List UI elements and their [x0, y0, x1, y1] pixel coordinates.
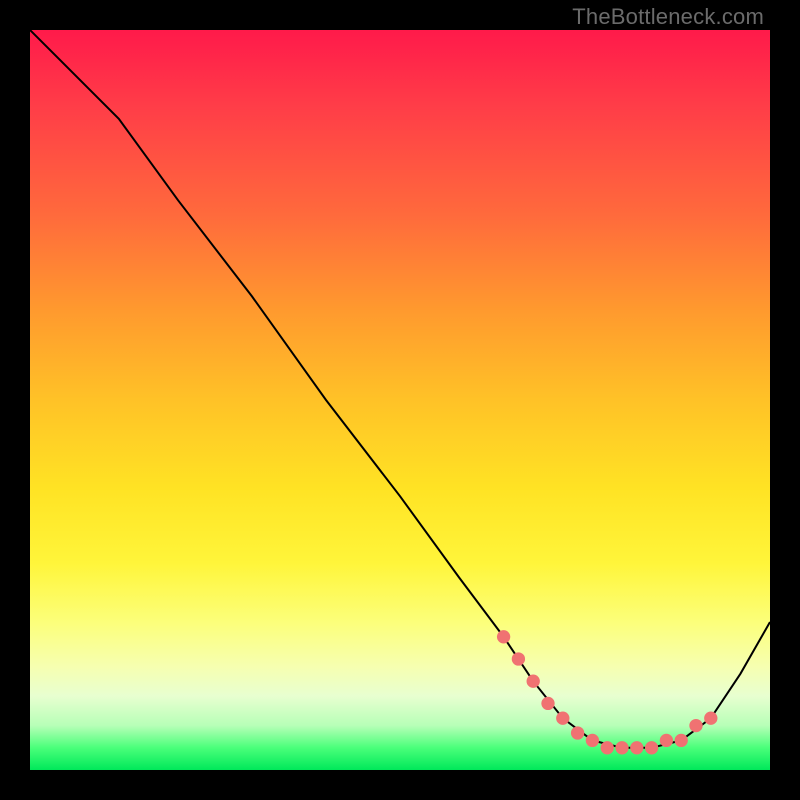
gradient-background	[30, 30, 770, 770]
chart-frame: TheBottleneck.com	[0, 0, 800, 800]
watermark-text: TheBottleneck.com	[572, 4, 764, 30]
plot-area	[30, 30, 770, 770]
